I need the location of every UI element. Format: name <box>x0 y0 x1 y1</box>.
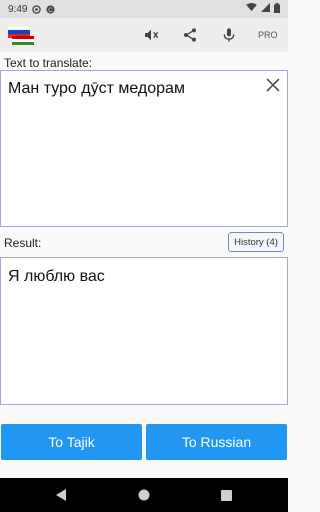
clear-icon[interactable] <box>264 76 282 94</box>
settings-notification-icon <box>32 4 42 14</box>
svg-text:C: C <box>49 6 54 13</box>
back-icon[interactable] <box>54 488 68 502</box>
result-label: Result: <box>4 236 42 250</box>
input-textarea[interactable]: Ман туро дӯст медорам <box>0 70 288 227</box>
share-icon[interactable] <box>180 25 200 45</box>
language-flag-icon[interactable] <box>7 24 34 46</box>
result-text: Я люблю вас <box>8 268 105 285</box>
microphone-icon[interactable] <box>219 25 239 45</box>
status-bar: 9:49 C <box>0 0 288 18</box>
input-text[interactable]: Ман туро дӯст медорам <box>8 80 185 98</box>
to-tajik-button[interactable]: To Tajik <box>1 424 142 460</box>
pro-button[interactable]: PRO <box>258 30 278 40</box>
result-box[interactable]: Я люблю вас <box>0 257 288 405</box>
history-button[interactable]: History (4) <box>228 232 284 252</box>
home-icon[interactable] <box>137 488 151 502</box>
status-time: 9:49 <box>8 3 28 15</box>
navigation-bar <box>0 478 288 512</box>
to-russian-button[interactable]: To Russian <box>146 424 287 460</box>
input-label: Text to translate: <box>4 56 93 70</box>
mute-icon[interactable] <box>141 25 161 45</box>
notification-icon: C <box>46 4 56 14</box>
cell-signal-icon <box>261 3 270 15</box>
recents-icon[interactable] <box>219 488 233 502</box>
wifi-icon <box>246 3 257 15</box>
battery-icon <box>274 2 280 16</box>
app-toolbar: PRO <box>0 18 288 52</box>
